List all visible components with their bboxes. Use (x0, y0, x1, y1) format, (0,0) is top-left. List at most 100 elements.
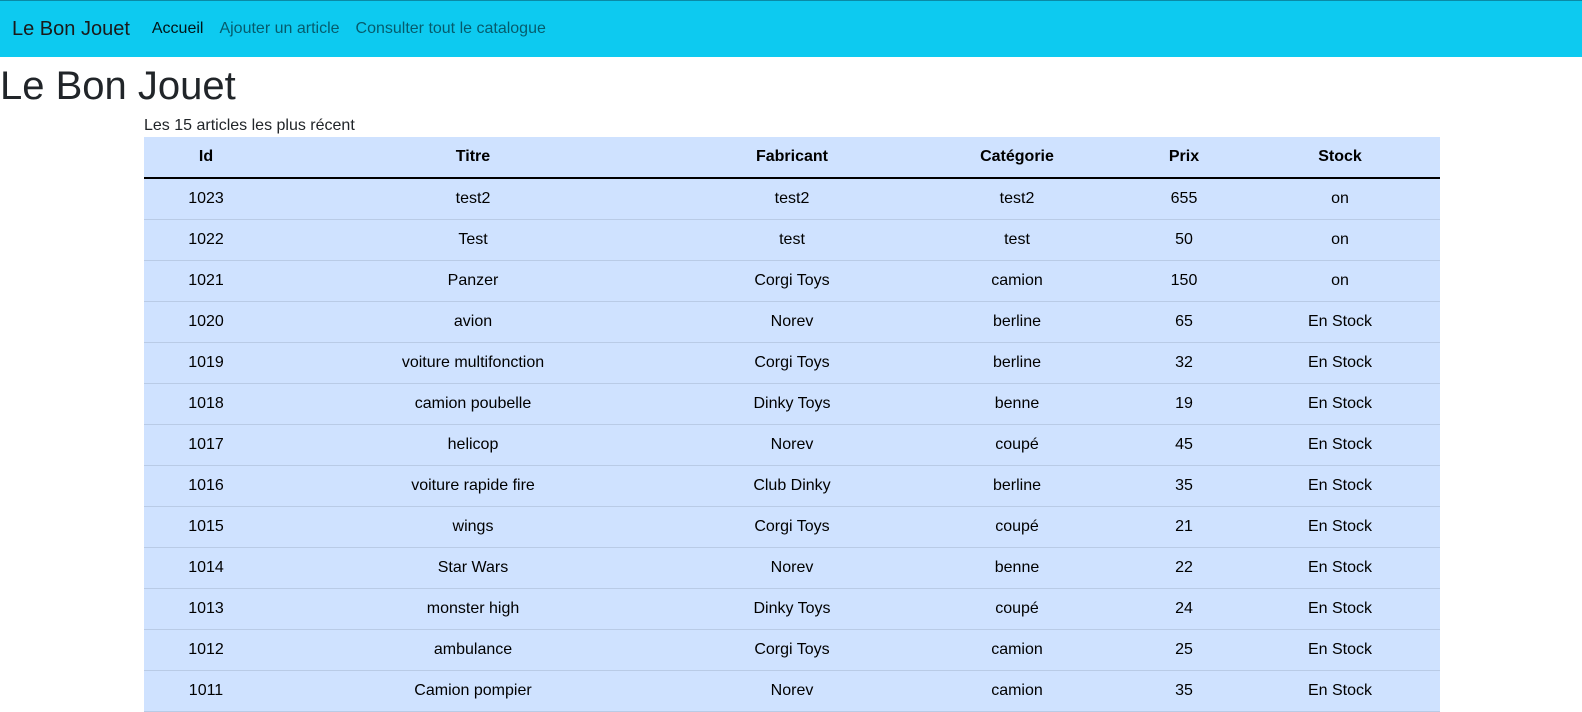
cell-categorie: test2 (906, 178, 1128, 220)
cell-stock: on (1240, 219, 1440, 261)
cell-fabricant: Club Dinky (678, 465, 906, 507)
cell-stock: En Stock (1240, 629, 1440, 671)
table-header-row: Id Titre Fabricant Catégorie Prix Stock (144, 137, 1440, 179)
cell-fabricant: Norev (678, 301, 906, 343)
cell-fabricant: Corgi Toys (678, 342, 906, 384)
nav-ajouter-article[interactable]: Ajouter un article (219, 20, 339, 38)
cell-stock: on (1240, 260, 1440, 302)
cell-stock: En Stock (1240, 547, 1440, 589)
cell-prix: 25 (1128, 629, 1240, 671)
cell-stock: En Stock (1240, 383, 1440, 425)
cell-prix: 50 (1128, 219, 1240, 261)
cell-categorie: camion (906, 629, 1128, 671)
cell-titre: test2 (268, 178, 678, 220)
cell-categorie: camion (906, 260, 1128, 302)
cell-prix: 655 (1128, 178, 1240, 220)
cell-fabricant: Norev (678, 424, 906, 466)
cell-id: 1022 (144, 219, 268, 261)
cell-categorie: berline (906, 465, 1128, 507)
cell-fabricant: test (678, 219, 906, 261)
column-header-id: Id (144, 137, 268, 179)
page-title: Le Bon Jouet (0, 64, 236, 108)
cell-fabricant: Dinky Toys (678, 383, 906, 425)
nav-consulter-catalogue[interactable]: Consulter tout le catalogue (356, 20, 546, 38)
column-header-titre: Titre (268, 137, 678, 179)
cell-stock: En Stock (1240, 301, 1440, 343)
cell-prix: 150 (1128, 260, 1240, 302)
brand-link[interactable]: Le Bon Jouet (12, 18, 130, 41)
articles-table: Id Titre Fabricant Catégorie Prix Stock … (144, 137, 1440, 712)
cell-categorie: benne (906, 547, 1128, 589)
cell-fabricant: test2 (678, 178, 906, 220)
cell-prix: 32 (1128, 342, 1240, 384)
cell-categorie: test (906, 219, 1128, 261)
cell-titre: Panzer (268, 260, 678, 302)
cell-categorie: berline (906, 342, 1128, 384)
cell-fabricant: Corgi Toys (678, 506, 906, 548)
table-row: 1016 voiture rapide fire Club Dinky berline… (144, 465, 1440, 507)
column-header-fabricant: Fabricant (678, 137, 906, 179)
cell-prix: 35 (1128, 670, 1240, 712)
cell-categorie: coupé (906, 424, 1128, 466)
cell-titre: Star Wars (268, 547, 678, 589)
cell-prix: 24 (1128, 588, 1240, 630)
cell-fabricant: Norev (678, 547, 906, 589)
cell-stock: on (1240, 178, 1440, 220)
cell-titre: helicop (268, 424, 678, 466)
cell-stock: En Stock (1240, 670, 1440, 712)
table-row: 1012 ambulance Corgi Toys camion 25 En Stock (144, 629, 1440, 671)
column-header-categorie: Catégorie (906, 137, 1128, 179)
cell-prix: 35 (1128, 465, 1240, 507)
table-row: 1021 Panzer Corgi Toys camion 150 on (144, 260, 1440, 302)
cell-stock: En Stock (1240, 588, 1440, 630)
table-row: 1014 Star Wars Norev benne 22 En Stock (144, 547, 1440, 589)
cell-id: 1021 (144, 260, 268, 302)
cell-id: 1019 (144, 342, 268, 384)
cell-categorie: camion (906, 670, 1128, 712)
cell-id: 1011 (144, 670, 268, 712)
cell-stock: En Stock (1240, 506, 1440, 548)
cell-prix: 65 (1128, 301, 1240, 343)
cell-stock: En Stock (1240, 465, 1440, 507)
cell-fabricant: Corgi Toys (678, 629, 906, 671)
table-body: 1023 test2 test2 test2 655 on 1022 Test test test… (144, 178, 1440, 712)
table-row: 1019 voiture multifonction Corgi Toys berli… (144, 342, 1440, 384)
cell-id: 1020 (144, 301, 268, 343)
table-row: 1013 monster high Dinky Toys coupé 24 En Stoc… (144, 588, 1440, 630)
cell-categorie: berline (906, 301, 1128, 343)
cell-categorie: coupé (906, 506, 1128, 548)
cell-titre: wings (268, 506, 678, 548)
cell-id: 1016 (144, 465, 268, 507)
table-row: 1017 helicop Norev coupé 45 En Stock (144, 424, 1440, 466)
cell-stock: En Stock (1240, 342, 1440, 384)
cell-titre: avion (268, 301, 678, 343)
cell-titre: voiture multifonction (268, 342, 678, 384)
table-row: 1011 Camion pompier Norev camion 35 En Stock (144, 670, 1440, 712)
cell-id: 1017 (144, 424, 268, 466)
cell-id: 1012 (144, 629, 268, 671)
cell-titre: Camion pompier (268, 670, 678, 712)
table-row: 1022 Test test test 50 on (144, 219, 1440, 261)
cell-id: 1015 (144, 506, 268, 548)
cell-prix: 22 (1128, 547, 1240, 589)
cell-titre: voiture rapide fire (268, 465, 678, 507)
cell-titre: Test (268, 219, 678, 261)
table-row: 1015 wings Corgi Toys coupé 21 En Stock (144, 506, 1440, 548)
cell-fabricant: Norev (678, 670, 906, 712)
cell-id: 1018 (144, 383, 268, 425)
cell-fabricant: Corgi Toys (678, 260, 906, 302)
table-row: 1020 avion Norev berline 65 En Stock (144, 301, 1440, 343)
cell-id: 1014 (144, 547, 268, 589)
column-header-prix: Prix (1128, 137, 1240, 179)
articles-table-container: Id Titre Fabricant Catégorie Prix Stock … (144, 137, 1440, 712)
cell-id: 1023 (144, 178, 268, 220)
cell-id: 1013 (144, 588, 268, 630)
table-caption: Les 15 articles les plus récent (144, 117, 355, 134)
table-row: 1018 camion poubelle Dinky Toys benne 19 En S… (144, 383, 1440, 425)
nav-accueil[interactable]: Accueil (152, 20, 204, 38)
cell-prix: 45 (1128, 424, 1240, 466)
cell-categorie: coupé (906, 588, 1128, 630)
cell-titre: monster high (268, 588, 678, 630)
cell-categorie: benne (906, 383, 1128, 425)
column-header-stock: Stock (1240, 137, 1440, 179)
